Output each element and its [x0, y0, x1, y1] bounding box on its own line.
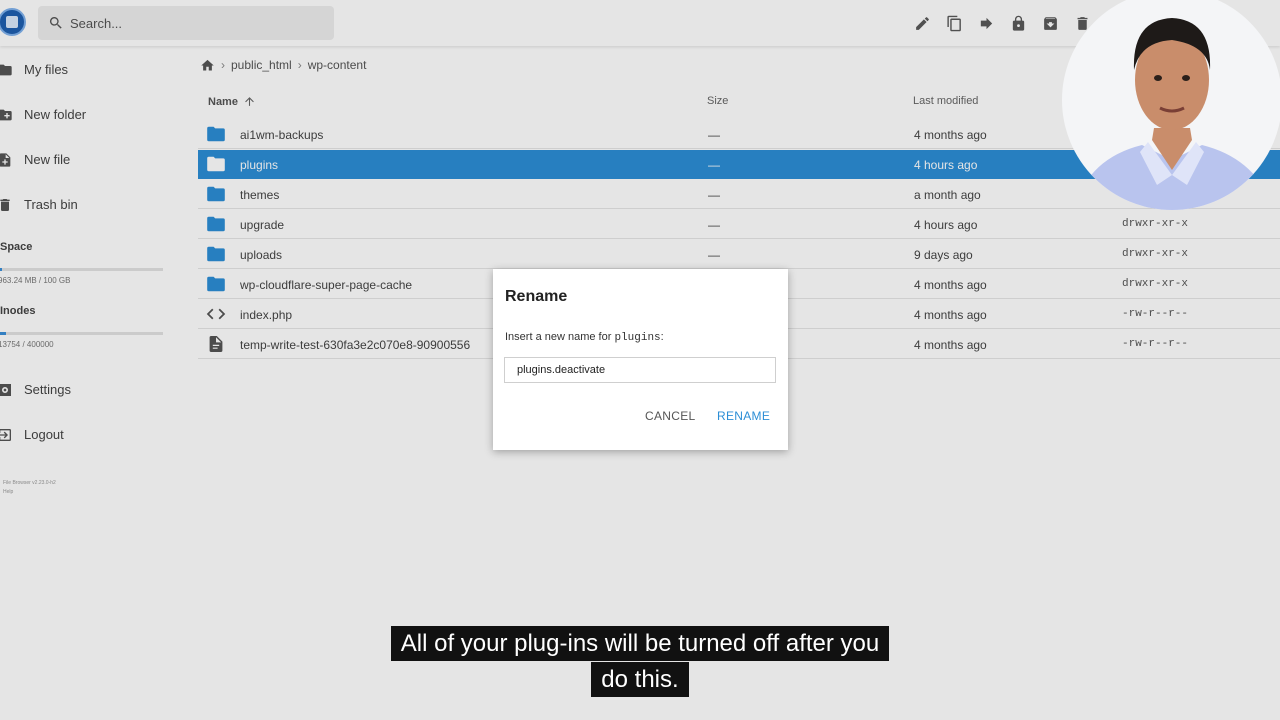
- rename-confirm-button[interactable]: RENAME: [717, 409, 770, 423]
- prompt-suffix: :: [660, 331, 664, 343]
- cancel-button[interactable]: CANCEL: [645, 409, 695, 423]
- video-captions: All of your plug-ins will be turned off …: [0, 626, 1280, 698]
- caption-line: All of your plug-ins will be turned off …: [390, 626, 890, 661]
- dialog-title: Rename: [505, 288, 568, 305]
- rename-dialog: Rename Insert a new name for plugins: CA…: [493, 269, 788, 450]
- presenter-video: [1062, 0, 1280, 210]
- dialog-prompt: Insert a new name for plugins:: [505, 331, 664, 344]
- new-name-input[interactable]: [504, 357, 776, 383]
- prompt-prefix: Insert a new name for: [505, 331, 612, 343]
- file-browser-app: My files New folder New file Trash bin S…: [0, 0, 1280, 720]
- prompt-target: plugins: [614, 332, 661, 344]
- caption-line: do this.: [591, 662, 689, 697]
- presenter-figure: [1074, 18, 1275, 210]
